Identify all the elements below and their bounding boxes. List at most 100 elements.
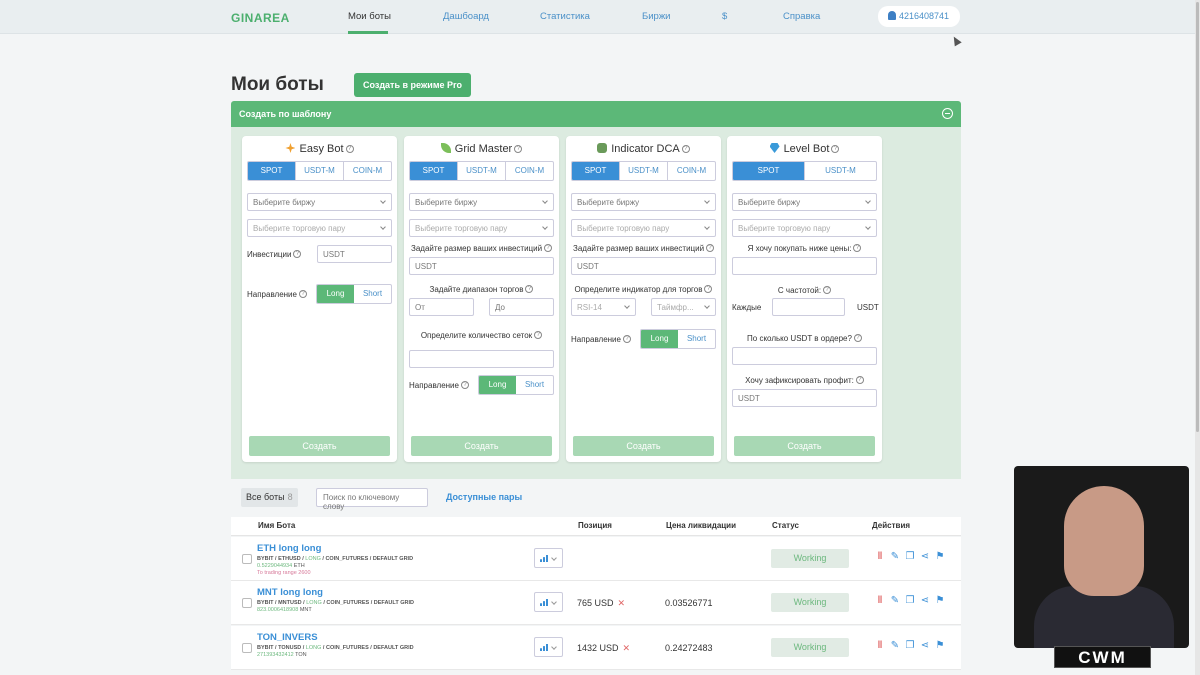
indicator-select[interactable]: RSI-14 (571, 298, 636, 316)
copy-icon[interactable]: ❐ (905, 596, 915, 606)
tab-spot[interactable]: SPOT (733, 162, 804, 180)
tab-spot[interactable]: SPOT (248, 162, 295, 180)
invest-input[interactable]: USDT (317, 245, 392, 263)
direction-label: Направление? (571, 335, 631, 344)
bot-name-link[interactable]: ETH long long (257, 543, 321, 554)
long-button[interactable]: Long (641, 330, 678, 348)
close-position-icon[interactable]: ✕ (618, 598, 626, 608)
edit-icon[interactable]: ✎ (890, 641, 900, 651)
table-row[interactable]: ETH long long BYBIT / ETHUSD / LONG / CO… (231, 537, 961, 581)
exchange-select[interactable]: Выберите биржу (247, 193, 392, 211)
available-pairs-link[interactable]: Доступные пары (446, 492, 522, 502)
per-order-input[interactable] (732, 347, 877, 365)
close-position-icon[interactable]: ✕ (623, 643, 631, 653)
collapse-icon[interactable] (942, 108, 953, 119)
nav-statistics[interactable]: Статистика (540, 11, 590, 22)
edit-icon[interactable]: ✎ (890, 552, 900, 562)
frequency-input[interactable] (772, 298, 845, 316)
buy-below-input[interactable] (732, 257, 877, 275)
nav-pricing[interactable]: $ (722, 11, 727, 22)
logo[interactable]: GINAREA (231, 11, 290, 25)
user-button[interactable]: 4216408741 (878, 6, 960, 27)
tab-spot[interactable]: SPOT (410, 162, 457, 180)
exchange-select[interactable]: Выберите биржу (409, 193, 554, 211)
pause-icon[interactable]: ‖ (875, 596, 885, 606)
create-button[interactable]: Создать (734, 436, 875, 456)
row-checkbox[interactable] (242, 554, 252, 564)
tab-usdt-m[interactable]: USDT-M (619, 162, 667, 180)
bot-amount: 823.0006418908 MNT (257, 607, 312, 613)
exchange-select[interactable]: Выберите биржу (732, 193, 877, 211)
copy-icon[interactable]: ❐ (905, 552, 915, 562)
flag-icon[interactable]: ⚑ (935, 552, 945, 562)
copy-icon[interactable]: ❐ (905, 641, 915, 651)
nav-dashboard[interactable]: Дашбоард (443, 11, 489, 22)
bot-name-link[interactable]: MNT long long (257, 587, 323, 598)
range-to-input[interactable]: До (489, 298, 554, 316)
create-button[interactable]: Создать (573, 436, 714, 456)
short-button[interactable]: Short (354, 285, 391, 303)
help-icon[interactable]: ? (514, 145, 523, 153)
flag-icon[interactable]: ⚑ (935, 596, 945, 606)
bot-name-link[interactable]: TON_INVERS (257, 632, 318, 643)
tab-coin-m[interactable]: COIN-M (667, 162, 715, 180)
pair-select[interactable]: Выберите торговую пару (409, 219, 554, 237)
help-icon[interactable]: ? (345, 145, 354, 153)
pause-icon[interactable]: ‖ (875, 552, 885, 562)
timeframe-select[interactable]: Таймфр... (651, 298, 716, 316)
chart-dropdown-button[interactable] (534, 637, 563, 657)
table-row[interactable]: MNT long long BYBIT / MNTUSD / LONG / CO… (231, 581, 961, 625)
short-button[interactable]: Short (678, 330, 715, 348)
nav-my-bots[interactable]: Мои боты (348, 11, 391, 22)
help-icon[interactable]: ? (681, 145, 690, 153)
invest-input[interactable]: USDT (571, 257, 716, 275)
market-tabs: SPOT USDT-M COIN-M (571, 161, 716, 181)
pair-select[interactable]: Выберите торговую пару (732, 219, 877, 237)
tab-spot[interactable]: SPOT (572, 162, 619, 180)
create-button[interactable]: Создать (249, 436, 390, 456)
row-checkbox[interactable] (242, 643, 252, 653)
pair-select[interactable]: Выберите торговую пару (247, 219, 392, 237)
tab-usdt-m[interactable]: USDT-M (295, 162, 343, 180)
nav-help[interactable]: Справка (783, 11, 820, 22)
user-icon (888, 11, 896, 20)
create-button[interactable]: Создать (411, 436, 552, 456)
flag-icon[interactable]: ⚑ (935, 641, 945, 651)
invest-input[interactable]: USDT (409, 257, 554, 275)
card-indicator-dca: Indicator DCA? SPOT USDT-M COIN-M Выберите… (566, 136, 721, 462)
all-bots-tab[interactable]: Все боты 8 (241, 488, 298, 507)
tab-usdt-m[interactable]: USDT-M (804, 162, 876, 180)
share-icon[interactable]: ⋖ (920, 596, 930, 606)
tab-coin-m[interactable]: COIN-M (505, 162, 553, 180)
chart-dropdown-button[interactable] (534, 592, 563, 612)
long-button[interactable]: Long (479, 376, 516, 394)
help-icon[interactable]: ? (831, 145, 840, 153)
long-button[interactable]: Long (317, 285, 354, 303)
chart-dropdown-button[interactable] (534, 548, 563, 568)
pair-select[interactable]: Выберите торговую пару (571, 219, 716, 237)
short-button[interactable]: Short (516, 376, 553, 394)
exchange-select[interactable]: Выберите биржу (571, 193, 716, 211)
direction-toggle: Long Short (478, 375, 554, 395)
row-actions: ‖ ✎ ❐ ⋖ ⚑ (875, 552, 945, 562)
edit-icon[interactable]: ✎ (890, 596, 900, 606)
create-pro-button[interactable]: Создать в режиме Pro (354, 73, 471, 97)
tab-usdt-m[interactable]: USDT-M (457, 162, 505, 180)
row-checkbox[interactable] (242, 598, 252, 608)
card-level-bot: Level Bot? SPOT USDT-M Выберите биржу Выб… (727, 136, 882, 462)
diamond-icon (769, 143, 780, 153)
tab-coin-m[interactable]: COIN-M (343, 162, 391, 180)
nav-exchanges[interactable]: Биржи (642, 11, 671, 22)
grids-input[interactable] (409, 350, 554, 368)
share-icon[interactable]: ⋖ (920, 641, 930, 651)
bot-amount: 271393432412 TON (257, 652, 307, 658)
table-row[interactable]: TON_INVERS BYBIT / TONUSD / LONG / COIN_… (231, 626, 961, 670)
share-icon[interactable]: ⋖ (920, 552, 930, 562)
page-scrollbar[interactable] (1195, 0, 1200, 675)
pause-icon[interactable]: ‖ (875, 641, 885, 651)
profit-input[interactable]: USDT (732, 389, 877, 407)
search-input[interactable]: Поиск по ключевому слову (316, 488, 428, 511)
range-from-input[interactable]: От (409, 298, 474, 316)
template-bar[interactable]: Создать по шаблону (231, 101, 961, 127)
webcam-overlay (1014, 466, 1189, 648)
